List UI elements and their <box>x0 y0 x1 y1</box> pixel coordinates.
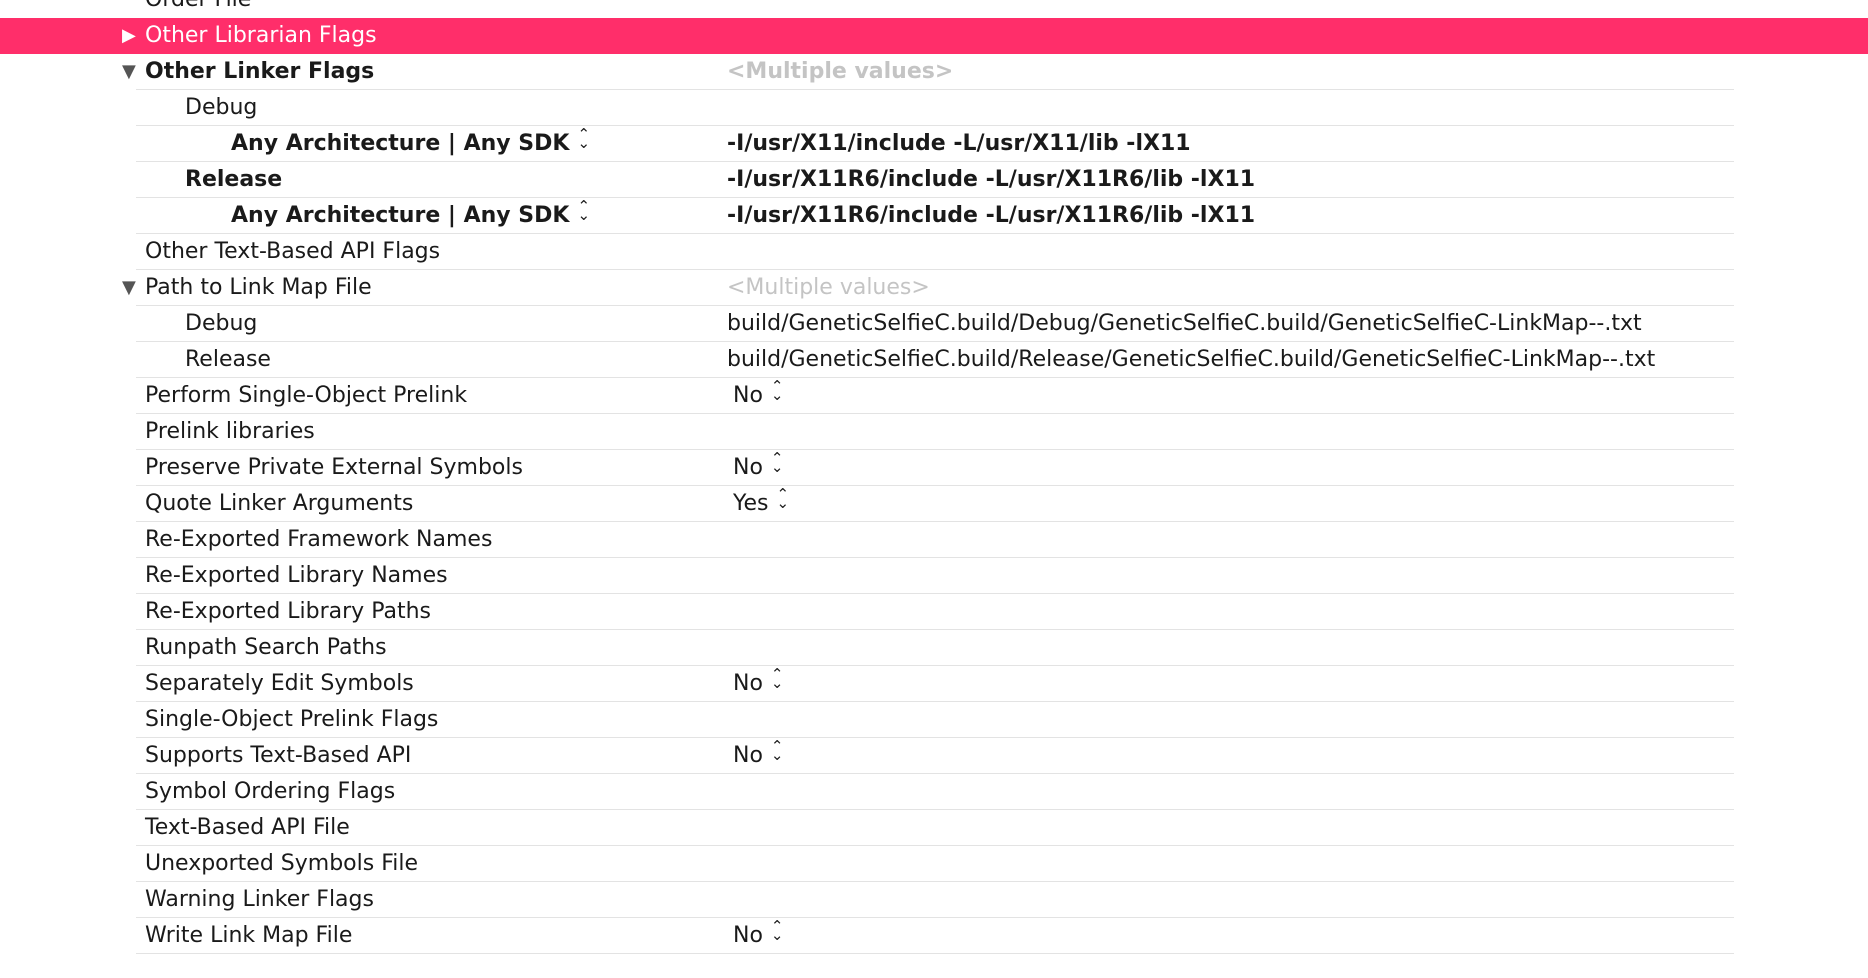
setting-label: Quote Linker Arguments <box>145 491 414 516</box>
setting-row-path-to-link-map-file[interactable]: ▼ Path to Link Map File <Multiple values… <box>0 270 1868 306</box>
setting-label: Re-Exported Library Paths <box>145 599 431 624</box>
condition-label: Any Architecture | Any SDK <box>231 203 570 228</box>
setting-value[interactable]: <Multiple values> <box>727 270 930 306</box>
popup-value[interactable]: No <box>733 671 763 696</box>
popup-value[interactable]: Yes <box>733 491 769 516</box>
setting-row-other-linker-flags-release-any-arch[interactable]: Any Architecture | Any SDK ⌃ ⌄ -I/usr/X11R… <box>0 198 1868 234</box>
setting-row-write-link-map-file[interactable]: Write Link Map File No ⌃ ⌄ <box>0 918 1868 954</box>
config-label-release: Release <box>185 167 283 192</box>
setting-row-other-linker-flags-release[interactable]: Release -I/usr/X11R6/include -L/usr/X11R… <box>0 162 1868 198</box>
stepper-updown-icon[interactable]: ⌃ ⌄ <box>577 199 590 223</box>
setting-value[interactable]: -I/usr/X11R6/include -L/usr/X11R6/lib -l… <box>727 162 1255 198</box>
setting-label: Perform Single-Object Prelink <box>145 383 468 408</box>
setting-label: Symbol Ordering Flags <box>145 779 396 804</box>
disclosure-expanded-icon[interactable]: ▼ <box>122 54 142 90</box>
stepper-updown-icon[interactable]: ⌃ ⌄ <box>777 487 790 511</box>
setting-row-supports-text-based-api[interactable]: Supports Text-Based API No ⌃ ⌄ <box>0 738 1868 774</box>
setting-label: Preserve Private External Symbols <box>145 455 523 480</box>
setting-value[interactable]: -I/usr/X11R6/include -L/usr/X11R6/lib -l… <box>727 198 1255 234</box>
setting-label: Text-Based API File <box>145 815 350 840</box>
setting-label: Other Librarian Flags <box>145 23 377 48</box>
stepper-updown-icon[interactable]: ⌃ ⌄ <box>577 127 590 151</box>
setting-row-symbol-ordering-flags[interactable]: Symbol Ordering Flags <box>0 774 1868 810</box>
stepper-updown-icon[interactable]: ⌃ ⌄ <box>771 379 784 403</box>
setting-row-preserve-private-external-symbols[interactable]: Preserve Private External Symbols No ⌃ ⌄ <box>0 450 1868 486</box>
setting-label: Write Link Map File <box>145 923 353 948</box>
setting-row-unexported-symbols-file[interactable]: Unexported Symbols File <box>0 846 1868 882</box>
popup-value[interactable]: No <box>733 455 763 480</box>
config-label-debug: Debug <box>185 95 258 120</box>
setting-row-runpath-search-paths[interactable]: Runpath Search Paths <box>0 630 1868 666</box>
condition-label: Any Architecture | Any SDK <box>231 131 570 156</box>
setting-value[interactable]: build/GeneticSelfieC.build/Debug/Genetic… <box>727 306 1642 342</box>
setting-row-warning-linker-flags[interactable]: Warning Linker Flags <box>0 882 1868 918</box>
setting-row-separately-edit-symbols[interactable]: Separately Edit Symbols No ⌃ ⌄ <box>0 666 1868 702</box>
setting-label: Prelink libraries <box>145 419 315 444</box>
setting-row-re-exported-library-names[interactable]: Re-Exported Library Names <box>0 558 1868 594</box>
setting-row-other-text-based-api-flags[interactable]: Other Text-Based API Flags <box>0 234 1868 270</box>
setting-row-other-linker-flags-debug-any-arch[interactable]: Any Architecture | Any SDK ⌃ ⌄ -I/usr/X11/… <box>0 126 1868 162</box>
popup-value[interactable]: No <box>733 923 763 948</box>
setting-value[interactable]: <Multiple values> <box>727 54 953 90</box>
setting-label: Warning Linker Flags <box>145 887 374 912</box>
setting-value[interactable]: build/GeneticSelfieC.build/Release/Genet… <box>727 342 1655 378</box>
config-label-release: Release <box>185 347 271 372</box>
setting-row-text-based-api-file[interactable]: Text-Based API File <box>0 810 1868 846</box>
setting-value[interactable]: -I/usr/X11/include -L/usr/X11/lib -lX11 <box>727 126 1191 162</box>
disclosure-expanded-icon[interactable]: ▼ <box>122 270 142 306</box>
setting-label: Path to Link Map File <box>145 275 372 300</box>
stepper-updown-icon[interactable]: ⌃ ⌄ <box>771 667 784 691</box>
setting-row-re-exported-library-paths[interactable]: Re-Exported Library Paths <box>0 594 1868 630</box>
stepper-updown-icon[interactable]: ⌃ ⌄ <box>771 739 784 763</box>
setting-label: Supports Text-Based API <box>145 743 412 768</box>
setting-row-link-map-debug[interactable]: Debug build/GeneticSelfieC.build/Debug/G… <box>0 306 1868 342</box>
setting-row-single-object-prelink-flags[interactable]: Single-Object Prelink Flags <box>0 702 1868 738</box>
setting-label: Other Text-Based API Flags <box>145 239 441 264</box>
setting-label: Separately Edit Symbols <box>145 671 414 696</box>
popup-value[interactable]: No <box>733 383 763 408</box>
setting-label: Single-Object Prelink Flags <box>145 707 439 732</box>
setting-row-quote-linker-arguments[interactable]: Quote Linker Arguments Yes ⌃ ⌄ <box>0 486 1868 522</box>
popup-value[interactable]: No <box>733 743 763 768</box>
setting-row-other-linker-flags[interactable]: ▼ Other Linker Flags <Multiple values> <box>0 54 1868 90</box>
setting-row-prelink-libraries[interactable]: Prelink libraries <box>0 414 1868 450</box>
setting-label: Unexported Symbols File <box>145 851 419 876</box>
config-label-debug: Debug <box>185 311 258 336</box>
disclosure-collapsed-icon[interactable]: ▶ <box>122 18 142 54</box>
setting-label: Runpath Search Paths <box>145 635 387 660</box>
setting-label: Order File <box>145 0 251 18</box>
stepper-updown-icon[interactable]: ⌃ ⌄ <box>771 451 784 475</box>
setting-label: Re-Exported Framework Names <box>145 527 493 552</box>
setting-row-order-file[interactable]: Order File <box>0 0 1868 18</box>
setting-row-perform-single-object-prelink[interactable]: Perform Single-Object Prelink No ⌃ ⌄ <box>0 378 1868 414</box>
setting-row-other-linker-flags-debug[interactable]: Debug <box>0 90 1868 126</box>
setting-label: Other Linker Flags <box>145 59 375 84</box>
setting-row-other-librarian-flags[interactable]: ▶ Other Librarian Flags <box>0 18 1868 54</box>
stepper-updown-icon[interactable]: ⌃ ⌄ <box>771 919 784 943</box>
setting-row-re-exported-framework-names[interactable]: Re-Exported Framework Names <box>0 522 1868 558</box>
setting-row-link-map-release[interactable]: Release build/GeneticSelfieC.build/Relea… <box>0 342 1868 378</box>
build-settings-table: Order File ▶ Other Librarian Flags ▼ Oth… <box>0 0 1868 954</box>
setting-label: Re-Exported Library Names <box>145 563 448 588</box>
